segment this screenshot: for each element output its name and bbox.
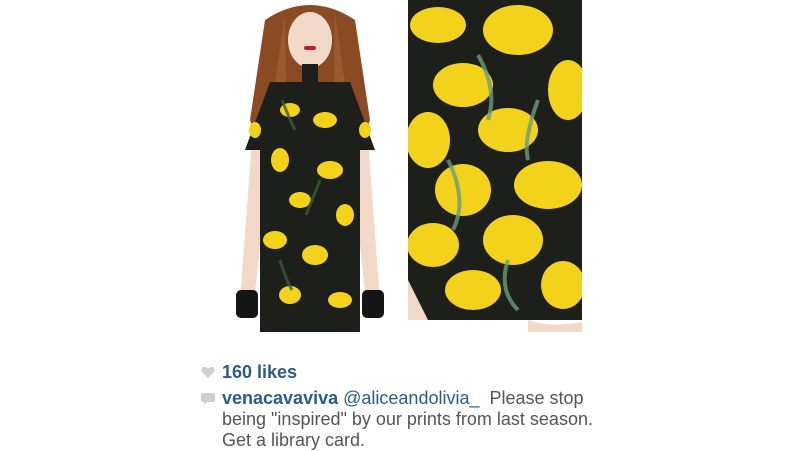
likes-row[interactable]: 160 likes — [200, 360, 297, 384]
comment-mention[interactable]: @aliceandolivia_ — [343, 388, 479, 408]
model-photo — [220, 0, 400, 332]
heart-icon — [200, 364, 216, 380]
fabric-closeup-photo — [408, 0, 582, 332]
comment-text: venacavaviva @aliceandolivia_ Please sto… — [222, 388, 600, 451]
comment-username[interactable]: venacavaviva — [222, 388, 338, 408]
likes-count[interactable]: 160 likes — [222, 362, 297, 383]
speech-bubble-icon — [200, 392, 216, 406]
comment-row: venacavaviva @aliceandolivia_ Please sto… — [200, 388, 600, 451]
post-image[interactable] — [220, 0, 582, 332]
